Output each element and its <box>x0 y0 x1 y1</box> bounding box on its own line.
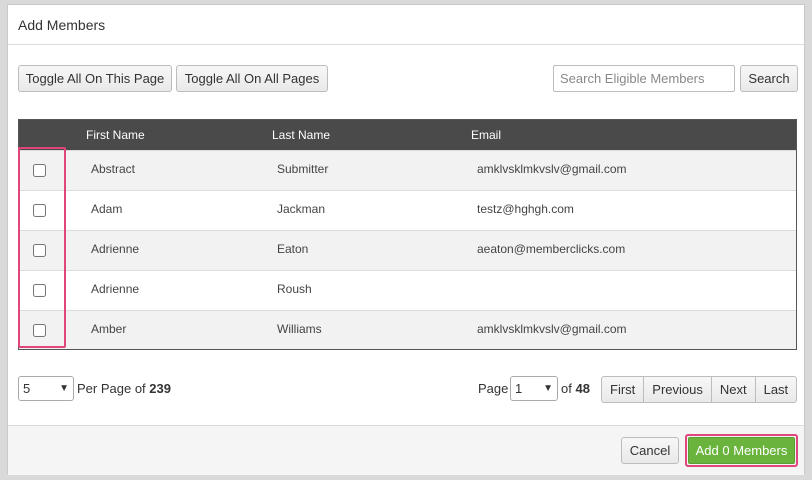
total-count: 239 <box>149 381 171 396</box>
cell-last-name: Jackman <box>277 202 326 216</box>
cell-last-name: Eaton <box>277 242 309 256</box>
chevron-down-icon: ▼ <box>59 383 69 394</box>
row-checkbox[interactable] <box>33 204 46 217</box>
table-row: Amber Williams amklvsklmkvslv@gmail.com <box>19 310 796 349</box>
total-pages: 48 <box>575 381 590 396</box>
page-label: Page <box>478 381 509 396</box>
toggle-all-pages-button[interactable]: Toggle All On All Pages <box>176 65 328 92</box>
column-header-email: Email <box>471 128 502 142</box>
cell-email: amklvsklmkvslv@gmail.com <box>477 162 627 176</box>
modal-footer: Cancel Add 0 Members <box>8 425 804 475</box>
table-row: Abstract Submitter amklvsklmkvslv@gmail.… <box>19 150 796 190</box>
total-pages-label: of 48 <box>561 381 590 396</box>
modal-header: Add Members <box>8 5 804 45</box>
members-table: First Name Last Name Email Abstract Subm… <box>18 119 797 350</box>
per-page-label: Per Page of 239 <box>77 381 171 396</box>
table-row: Adam Jackman testz@hghgh.com <box>19 190 796 230</box>
toolbar: Toggle All On This Page Toggle All On Al… <box>18 65 798 92</box>
pager-buttons: First Previous Next Last <box>601 376 798 403</box>
per-page-value: 5 <box>23 381 31 396</box>
column-header-first-name: First Name <box>86 128 145 142</box>
pagination-bar: 5 ▼ Per Page of 239 Page 1 ▼ of 48 First… <box>18 376 798 403</box>
per-page-select[interactable]: 5 ▼ <box>18 376 74 401</box>
row-checkbox[interactable] <box>33 244 46 257</box>
cell-first-name: Adrienne <box>91 242 140 256</box>
row-checkbox[interactable] <box>33 164 46 177</box>
cell-last-name: Submitter <box>277 162 329 176</box>
search-button[interactable]: Search <box>740 65 798 92</box>
toggle-all-page-button[interactable]: Toggle All On This Page <box>18 65 172 92</box>
cell-first-name: Amber <box>91 322 127 336</box>
last-page-button[interactable]: Last <box>754 376 798 403</box>
modal-title: Add Members <box>18 16 106 33</box>
cell-email: testz@hghgh.com <box>477 202 574 216</box>
search-input[interactable] <box>553 65 735 92</box>
chevron-down-icon: ▼ <box>543 383 553 394</box>
previous-page-button[interactable]: Previous <box>643 376 712 403</box>
cell-first-name: Adam <box>91 202 123 216</box>
row-checkbox[interactable] <box>33 284 46 297</box>
current-page-value: 1 <box>515 381 523 396</box>
column-header-last-name: Last Name <box>272 128 331 142</box>
cell-first-name: Adrienne <box>91 282 140 296</box>
add-members-button[interactable]: Add 0 Members <box>688 437 795 464</box>
table-header: First Name Last Name Email <box>19 120 796 150</box>
cell-last-name: Roush <box>277 282 312 296</box>
add-button-highlight: Add 0 Members <box>685 434 798 467</box>
page-select[interactable]: 1 ▼ <box>510 376 558 401</box>
cell-email: amklvsklmkvslv@gmail.com <box>477 322 627 336</box>
next-page-button[interactable]: Next <box>710 376 756 403</box>
table-row: Adrienne Eaton aeaton@memberclicks.com <box>19 230 796 270</box>
first-page-button[interactable]: First <box>601 376 645 403</box>
table-row: Adrienne Roush <box>19 270 796 310</box>
cell-first-name: Abstract <box>91 162 136 176</box>
cell-last-name: Williams <box>277 322 322 336</box>
cell-email: aeaton@memberclicks.com <box>477 242 626 256</box>
add-members-modal: Add Members Toggle All On This Page Togg… <box>7 4 805 475</box>
row-checkbox[interactable] <box>33 324 46 337</box>
cancel-button[interactable]: Cancel <box>621 437 679 464</box>
